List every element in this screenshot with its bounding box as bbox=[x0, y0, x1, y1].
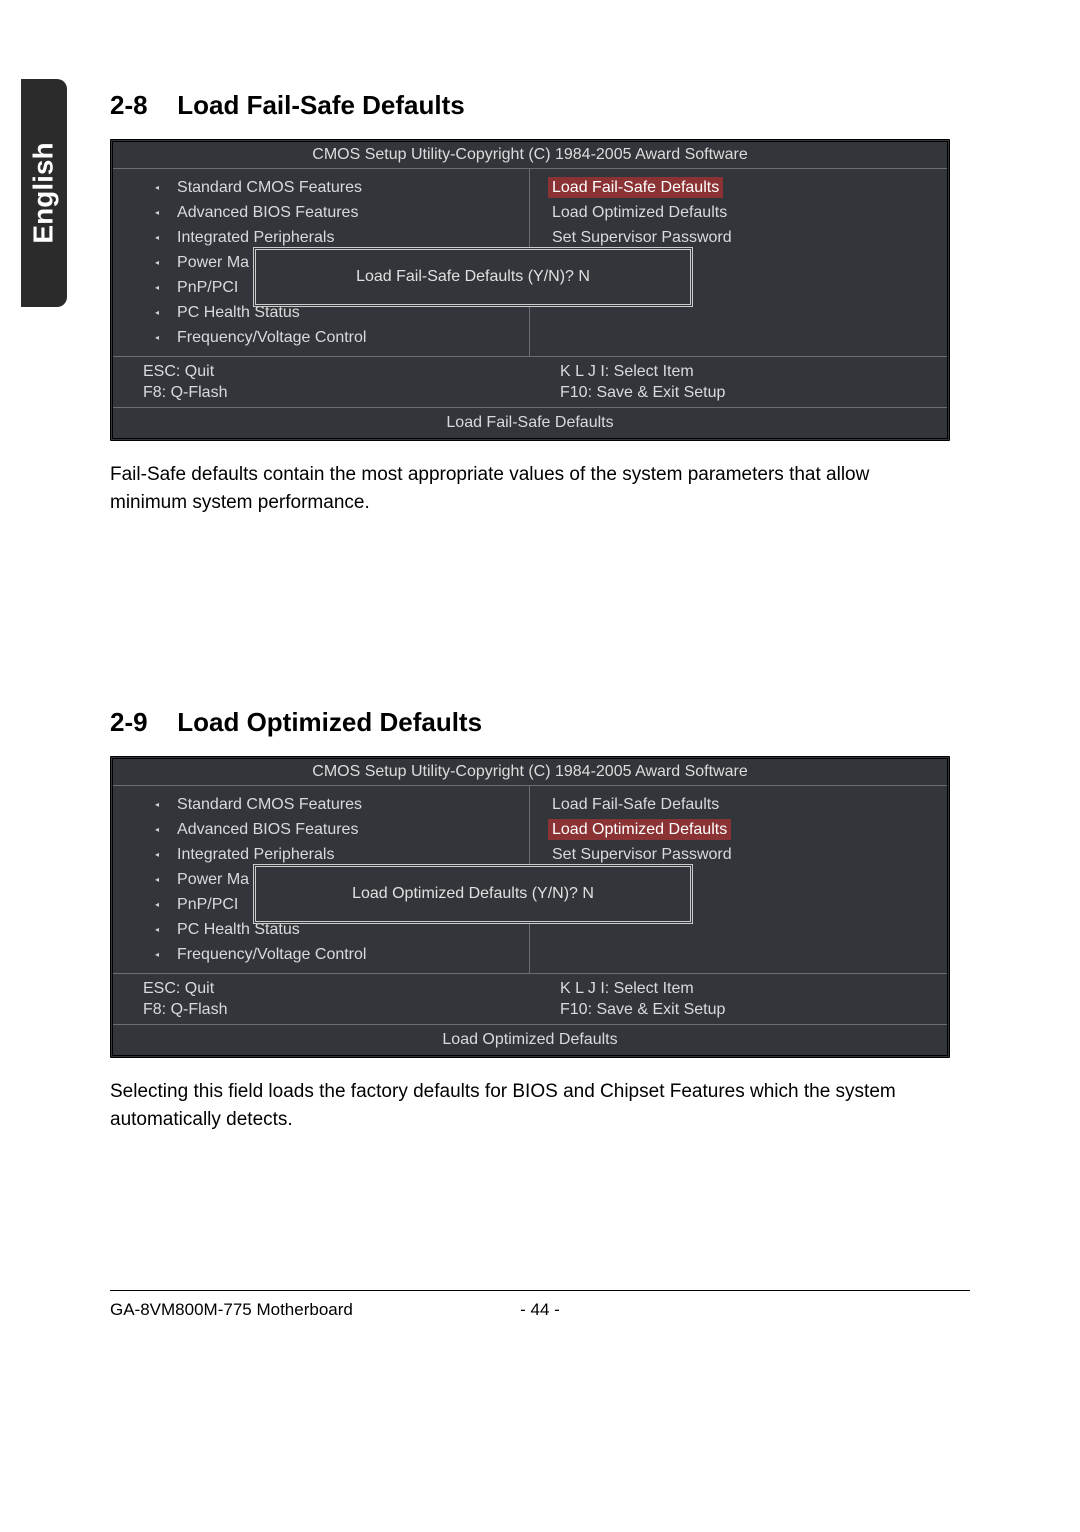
language-tab: English bbox=[21, 79, 67, 307]
section-title: Load Optimized Defaults bbox=[177, 707, 482, 737]
menu-item[interactable]: ◂Advanced BIOS Features bbox=[113, 200, 529, 225]
key-col-right: K L J I: Select Item F10: Save & Exit Se… bbox=[530, 357, 947, 407]
confirm-dialog-text: Load Optimized Defaults (Y/N)? N bbox=[352, 885, 594, 903]
section-number: 2-8 bbox=[110, 90, 170, 121]
key-hint-f8: F8: Q-Flash bbox=[143, 999, 530, 1020]
bios-body: ◂Standard CMOS Features ◂Advanced BIOS F… bbox=[113, 786, 947, 974]
menu-marker-icon: ◂ bbox=[155, 327, 159, 348]
bios-title: CMOS Setup Utility-Copyright (C) 1984-20… bbox=[113, 142, 947, 169]
key-hint-f8: F8: Q-Flash bbox=[143, 382, 530, 403]
bios-title: CMOS Setup Utility-Copyright (C) 1984-20… bbox=[113, 759, 947, 786]
bios-key-hints: ESC: Quit F8: Q-Flash K L J I: Select It… bbox=[113, 974, 947, 1025]
key-hint-esc: ESC: Quit bbox=[143, 361, 530, 382]
menu-item[interactable]: Load Optimized Defaults bbox=[530, 200, 947, 225]
bios-screenshot-28: CMOS Setup Utility-Copyright (C) 1984-20… bbox=[110, 139, 950, 441]
section-heading-28: 2-8 Load Fail-Safe Defaults bbox=[110, 90, 950, 121]
key-col-right: K L J I: Select Item F10: Save & Exit Se… bbox=[530, 974, 947, 1024]
footer-divider bbox=[110, 1290, 970, 1291]
bios-key-hints: ESC: Quit F8: Q-Flash K L J I: Select It… bbox=[113, 357, 947, 408]
page-footer: GA-8VM800M-775 Motherboard - 44 - bbox=[110, 1300, 970, 1320]
key-hint-select: K L J I: Select Item bbox=[560, 978, 947, 999]
menu-marker-icon: ◂ bbox=[155, 894, 159, 915]
confirm-dialog[interactable]: Load Fail-Safe Defaults (Y/N)? N bbox=[253, 247, 693, 307]
menu-item[interactable]: Load Fail-Safe Defaults bbox=[530, 792, 947, 817]
language-tab-label: English bbox=[28, 142, 60, 243]
confirm-dialog-text: Load Fail-Safe Defaults (Y/N)? N bbox=[356, 268, 590, 286]
menu-marker-icon: ◂ bbox=[155, 302, 159, 323]
bios-body: ◂Standard CMOS Features ◂Advanced BIOS F… bbox=[113, 169, 947, 357]
menu-marker-icon: ◂ bbox=[155, 227, 159, 248]
key-hint-f10: F10: Save & Exit Setup bbox=[560, 999, 947, 1020]
confirm-dialog[interactable]: Load Optimized Defaults (Y/N)? N bbox=[253, 864, 693, 924]
menu-marker-icon: ◂ bbox=[155, 252, 159, 273]
menu-marker-icon: ◂ bbox=[155, 177, 159, 198]
menu-marker-icon: ◂ bbox=[155, 794, 159, 815]
bios-screenshot-29: CMOS Setup Utility-Copyright (C) 1984-20… bbox=[110, 756, 950, 1058]
menu-item[interactable]: ◂Frequency/Voltage Control bbox=[113, 942, 529, 967]
footer-page-number: - 44 - bbox=[510, 1300, 570, 1320]
menu-item[interactable]: Load Fail-Safe Defaults bbox=[530, 175, 947, 200]
section-number: 2-9 bbox=[110, 707, 170, 738]
section-heading-29: 2-9 Load Optimized Defaults bbox=[110, 707, 950, 738]
key-col-left: ESC: Quit F8: Q-Flash bbox=[113, 357, 530, 407]
menu-marker-icon: ◂ bbox=[155, 277, 159, 298]
section-description: Fail-Safe defaults contain the most appr… bbox=[110, 461, 950, 517]
key-hint-select: K L J I: Select Item bbox=[560, 361, 947, 382]
menu-marker-icon: ◂ bbox=[155, 869, 159, 890]
menu-item[interactable]: ◂Standard CMOS Features bbox=[113, 175, 529, 200]
menu-item[interactable]: ◂Advanced BIOS Features bbox=[113, 817, 529, 842]
page-content: 2-8 Load Fail-Safe Defaults CMOS Setup U… bbox=[110, 90, 950, 1184]
key-hint-f10: F10: Save & Exit Setup bbox=[560, 382, 947, 403]
menu-item[interactable]: ◂Frequency/Voltage Control bbox=[113, 325, 529, 350]
menu-marker-icon: ◂ bbox=[155, 202, 159, 223]
menu-item[interactable]: ◂Standard CMOS Features bbox=[113, 792, 529, 817]
key-col-left: ESC: Quit F8: Q-Flash bbox=[113, 974, 530, 1024]
menu-marker-icon: ◂ bbox=[155, 919, 159, 940]
key-hint-esc: ESC: Quit bbox=[143, 978, 530, 999]
bios-footer: Load Optimized Defaults bbox=[113, 1025, 947, 1055]
section-description: Selecting this field loads the factory d… bbox=[110, 1078, 950, 1134]
bios-footer: Load Fail-Safe Defaults bbox=[113, 408, 947, 438]
section-title: Load Fail-Safe Defaults bbox=[177, 90, 465, 120]
menu-marker-icon: ◂ bbox=[155, 944, 159, 965]
menu-marker-icon: ◂ bbox=[155, 844, 159, 865]
menu-item[interactable]: Load Optimized Defaults bbox=[530, 817, 947, 842]
menu-marker-icon: ◂ bbox=[155, 819, 159, 840]
footer-model: GA-8VM800M-775 Motherboard bbox=[110, 1300, 510, 1320]
